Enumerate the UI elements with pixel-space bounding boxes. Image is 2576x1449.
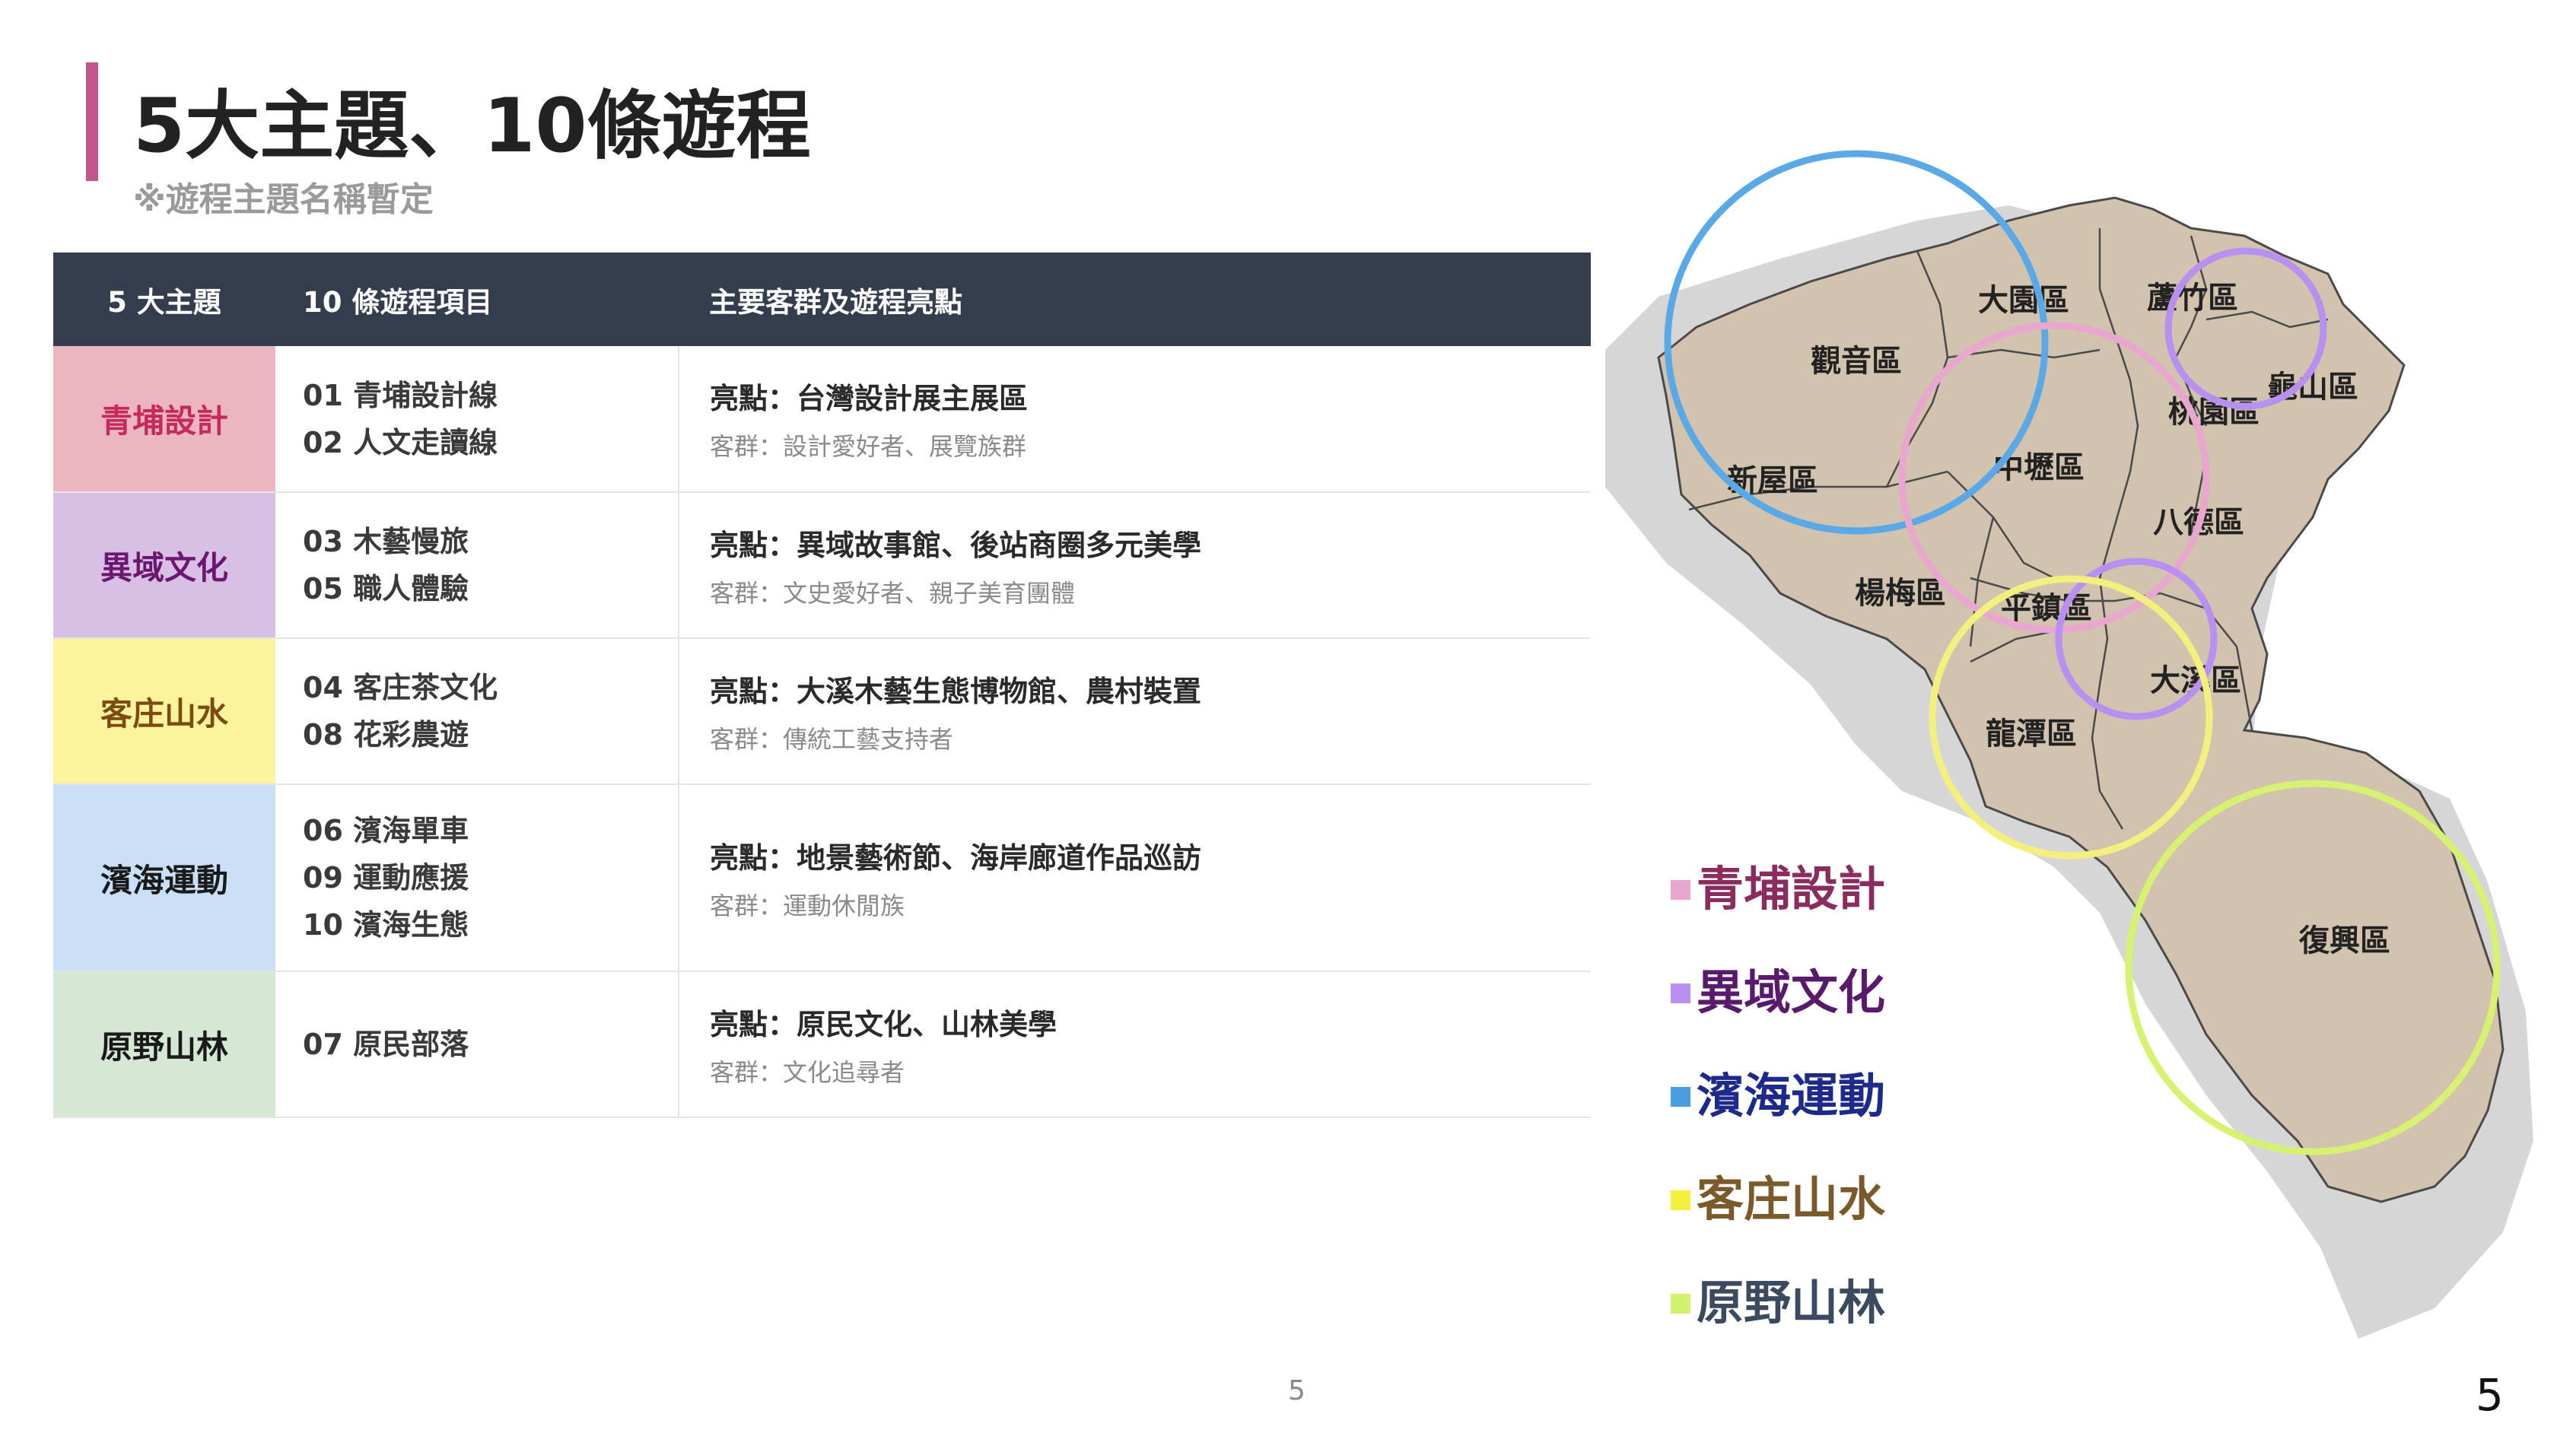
header-items: 10 條遊程項目 bbox=[275, 253, 679, 346]
table-row: 客庄山水 04 客庄茶文化 08 花彩農遊 亮點：大溪木藝生態博物館、農村裝置 … bbox=[53, 638, 1591, 785]
audience-text: 設計愛好者、展覽族群 bbox=[783, 432, 1027, 461]
table-row: 青埔設計 01 青埔設計線 02 人文走讀線 亮點：台灣設計展主展區 客群：設計… bbox=[53, 346, 1591, 493]
highlight-cell: 亮點：大溪木藝生態博物館、農村裝置 客群：傳統工藝支持者 bbox=[679, 638, 1591, 785]
district-longtan: 龍潭區 bbox=[1986, 717, 2077, 752]
route-item: 06 濱海單車 bbox=[303, 814, 469, 847]
page-number-center: 5 bbox=[1288, 1375, 1305, 1406]
highlight-text: 大溪木藝生態博物館、農村裝置 bbox=[797, 674, 1202, 708]
theme-cell: 原野山林 bbox=[53, 971, 275, 1118]
page-number-right: 5 bbox=[2476, 1369, 2504, 1421]
route-item: 03 木藝慢旅 bbox=[303, 525, 469, 558]
audience-label: 客群： bbox=[710, 891, 784, 920]
header-highlights: 主要客群及遊程亮點 bbox=[679, 253, 1591, 346]
table-row: 原野山林 07 原民部落 亮點：原民文化、山林美學 客群：文化追尋者 bbox=[53, 971, 1591, 1118]
legend-label: 濱海運動 bbox=[1697, 1068, 1886, 1123]
highlight-label: 亮點： bbox=[710, 674, 797, 708]
highlight-cell: 亮點：原民文化、山林美學 客群：文化追尋者 bbox=[679, 971, 1591, 1118]
highlight-label: 亮點： bbox=[710, 840, 797, 875]
highlight-cell: 亮點：台灣設計展主展區 客群：設計愛好者、展覽族群 bbox=[679, 346, 1591, 493]
title-accent-bar bbox=[86, 62, 98, 181]
legend-label: 青埔設計 bbox=[1697, 861, 1886, 917]
audience-text: 運動休閒族 bbox=[783, 891, 905, 920]
highlight-label: 亮點： bbox=[710, 528, 797, 562]
highlight-cell: 亮點：異域故事館、後站商圈多元美學 客群：文史愛好者、親子美育團體 bbox=[679, 492, 1591, 639]
route-item: 05 職人體驗 bbox=[303, 572, 469, 605]
table-header-row: 5 大主題 10 條遊程項目 主要客群及遊程亮點 bbox=[53, 253, 1591, 346]
items-cell: 04 客庄茶文化 08 花彩農遊 bbox=[275, 638, 679, 785]
page-title: 5大主題、10條遊程 bbox=[133, 83, 811, 170]
legend-label: 異域文化 bbox=[1697, 964, 1886, 1020]
legend-swatch bbox=[1671, 1087, 1690, 1107]
audience-text: 文史愛好者、親子美育團體 bbox=[783, 578, 1076, 608]
highlight-text: 地景藝術節、海岸廊道作品巡訪 bbox=[797, 840, 1202, 875]
district-fuxing: 復興區 bbox=[2298, 923, 2390, 958]
route-item: 08 花彩農遊 bbox=[303, 718, 469, 752]
map-legend: 青埔設計 異域文化 濱海運動 客庄山水 原野山林 bbox=[1671, 833, 1885, 1350]
highlight-cell: 亮點：地景藝術節、海岸廊道作品巡訪 客群：運動休閒族 bbox=[679, 784, 1591, 972]
district-dayuan: 大園區 bbox=[1978, 283, 2069, 318]
audience-text: 文化追尋者 bbox=[783, 1057, 905, 1087]
highlight-label: 亮點： bbox=[710, 1007, 797, 1041]
legend-swatch bbox=[1671, 880, 1690, 900]
table-row: 濱海運動 06 濱海單車 09 運動應援 10 濱海生態 亮點：地景藝術節、海岸… bbox=[53, 784, 1591, 972]
district-guanyin: 觀音區 bbox=[1811, 344, 1902, 379]
items-cell: 06 濱海單車 09 運動應援 10 濱海生態 bbox=[275, 784, 679, 972]
legend-item: 濱海運動 bbox=[1671, 1040, 1885, 1143]
legend-item: 客庄山水 bbox=[1671, 1143, 1885, 1247]
themes-table: 5 大主題 10 條遊程項目 主要客群及遊程亮點 青埔設計 01 青埔設計線 0… bbox=[53, 253, 1591, 1118]
legend-label: 原野山林 bbox=[1697, 1275, 1886, 1330]
route-item: 01 青埔設計線 bbox=[303, 378, 498, 412]
audience-label: 客群： bbox=[710, 432, 784, 461]
page-subtitle: ※遊程主題名稱暫定 bbox=[133, 180, 434, 219]
route-item: 10 濱海生態 bbox=[303, 908, 469, 942]
audience-label: 客群： bbox=[710, 578, 784, 608]
legend-label: 客庄山水 bbox=[1697, 1171, 1886, 1227]
legend-item: 原野山林 bbox=[1671, 1247, 1885, 1350]
theme-cell: 異域文化 bbox=[53, 492, 275, 639]
audience-text: 傳統工藝支持者 bbox=[783, 724, 954, 754]
route-item: 02 人文走讀線 bbox=[303, 425, 498, 459]
district-yangmei: 楊梅區 bbox=[1855, 576, 1946, 611]
theme-cell: 客庄山水 bbox=[53, 638, 275, 785]
items-cell: 03 木藝慢旅 05 職人體驗 bbox=[275, 492, 679, 639]
header-theme: 5 大主題 bbox=[53, 253, 275, 346]
legend-item: 青埔設計 bbox=[1671, 833, 1885, 936]
route-item: 07 原民部落 bbox=[303, 1028, 469, 1061]
legend-swatch bbox=[1671, 1294, 1690, 1314]
highlight-text: 台灣設計展主展區 bbox=[797, 382, 1029, 415]
district-luzhu: 蘆竹區 bbox=[2147, 281, 2238, 316]
legend-item: 異域文化 bbox=[1671, 936, 1885, 1040]
audience-label: 客群： bbox=[710, 724, 784, 754]
legend-swatch bbox=[1671, 983, 1690, 1003]
audience-label: 客群： bbox=[710, 1057, 784, 1087]
items-cell: 01 青埔設計線 02 人文走讀線 bbox=[275, 346, 679, 493]
highlight-text: 原民文化、山林美學 bbox=[797, 1007, 1057, 1041]
theme-cell: 濱海運動 bbox=[53, 784, 275, 972]
highlight-label: 亮點： bbox=[710, 382, 797, 415]
items-cell: 07 原民部落 bbox=[275, 971, 679, 1118]
route-item: 04 客庄茶文化 bbox=[303, 671, 498, 704]
table-row: 異域文化 03 木藝慢旅 05 職人體驗 亮點：異域故事館、後站商圈多元美學 客… bbox=[53, 492, 1591, 639]
highlight-text: 異域故事館、後站商圈多元美學 bbox=[797, 528, 1202, 562]
district-pingzhen: 平鎮區 bbox=[2001, 591, 2092, 626]
route-item: 09 運動應援 bbox=[303, 861, 469, 895]
theme-cell: 青埔設計 bbox=[53, 346, 275, 493]
legend-swatch bbox=[1671, 1190, 1690, 1210]
